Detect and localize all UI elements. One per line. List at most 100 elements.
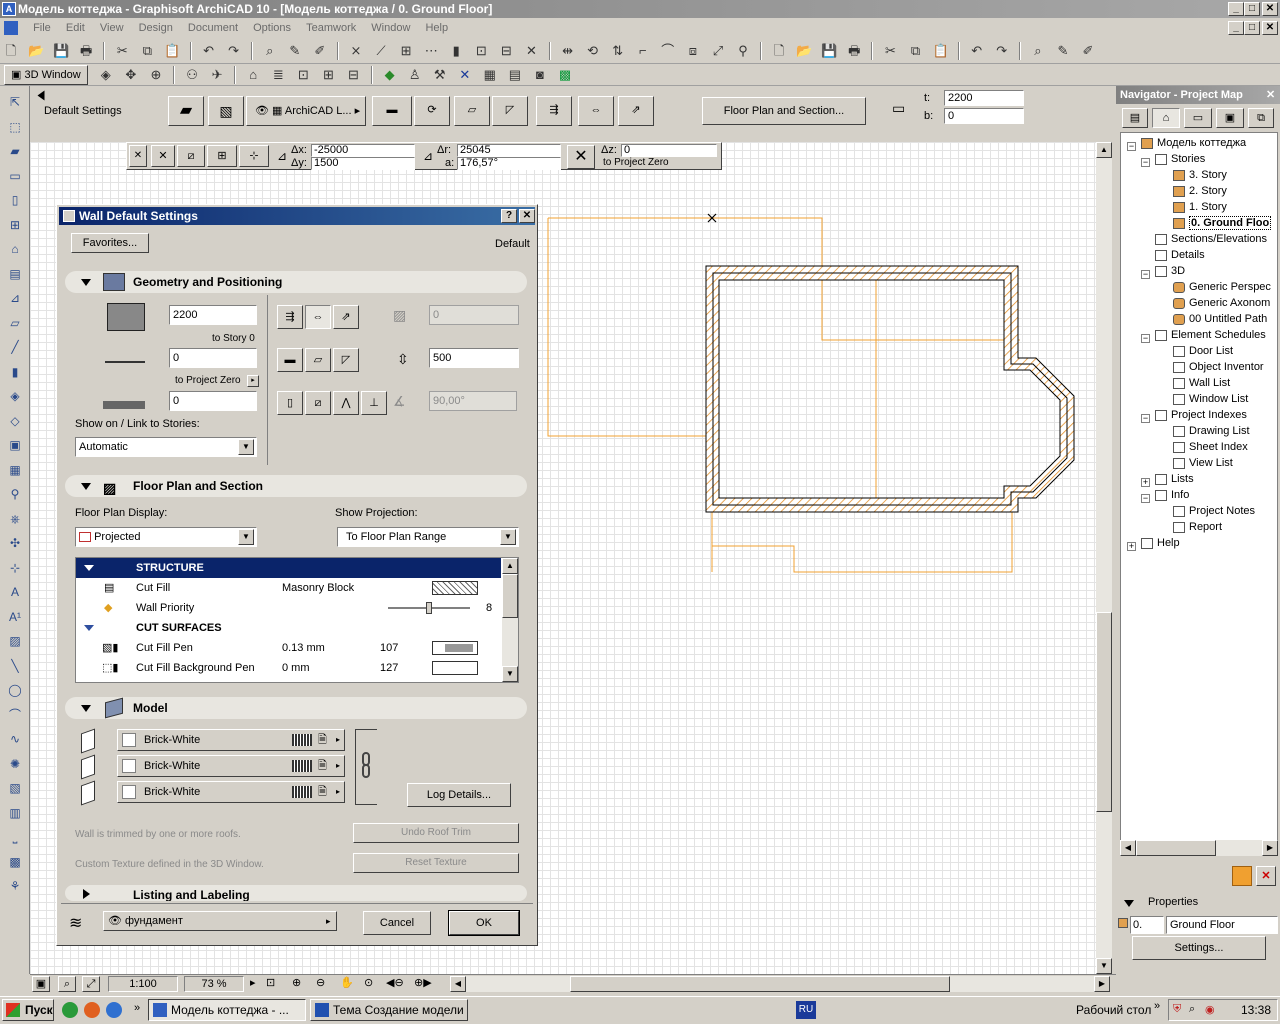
bg-pen-swatch[interactable]	[432, 661, 478, 675]
properties-collapse-icon[interactable]	[1124, 900, 1134, 907]
guide-icon[interactable]: ⟋	[371, 41, 391, 61]
log-details-button[interactable]: Log Details...	[407, 783, 511, 807]
ref-center-icon[interactable]: ⇔	[578, 96, 614, 126]
rotate-icon[interactable]: ⟲	[583, 41, 603, 61]
scroll-down-icon[interactable]: ▼	[1096, 958, 1112, 974]
tree-scroll-right-icon[interactable]: ▶	[1262, 840, 1278, 856]
priority-slider-thumb[interactable]	[426, 602, 432, 614]
tool-dimension-icon[interactable]: ✣	[4, 533, 26, 553]
tool-mesh-icon[interactable]: ⊿	[4, 288, 26, 308]
material-arrow-icon[interactable]: ▸	[336, 782, 340, 802]
chain-link-icon[interactable]	[355, 729, 377, 805]
table-row[interactable]: ▤ Cut Fill Masonry Block	[76, 578, 501, 598]
tool-grid-icon[interactable]: ⊞	[4, 215, 26, 235]
navigate-icon[interactable]: ✥	[121, 65, 141, 85]
tool-stair-icon[interactable]: ▱	[4, 313, 26, 333]
profile-complex-icon[interactable]: ⊥	[361, 391, 387, 415]
floor-plan-section-button[interactable]: Floor Plan and Section...	[702, 97, 866, 125]
tool-roof-icon[interactable]: ⌂	[4, 239, 26, 259]
tool-figure-icon[interactable]: ▧	[4, 778, 26, 798]
table-row[interactable]: CUT SURFACES	[76, 618, 501, 638]
tree-item[interactable]: 2. Story	[1173, 183, 1227, 199]
tray-more-icon[interactable]: »	[1154, 1000, 1160, 1012]
tool-slab-icon[interactable]: ▤	[4, 264, 26, 284]
fillet-icon[interactable]: ⌒	[658, 41, 678, 61]
pick2-icon[interactable]: ✎	[1053, 41, 1073, 61]
tool-drawing-icon[interactable]: ▥	[4, 803, 26, 823]
offset2-field[interactable]: 0	[169, 391, 257, 411]
cut2-icon[interactable]: ✂	[880, 41, 900, 61]
maximize-button[interactable]: □	[1244, 2, 1260, 16]
minimize-button[interactable]: _	[1228, 2, 1244, 16]
tool-object-icon[interactable]: ◈	[4, 386, 26, 406]
material-selector[interactable]: Brick-White 🗎 ▸	[117, 781, 345, 803]
material-selector[interactable]: Brick-White 🗎 ▸	[117, 755, 345, 777]
tree-item[interactable]: Window List	[1173, 391, 1248, 407]
nav-publisher-icon[interactable]: ⧉	[1248, 108, 1274, 128]
paste-icon[interactable]: 📋	[162, 41, 182, 61]
undo2-icon[interactable]: ↶	[967, 41, 987, 61]
quicklaunch-1-icon[interactable]	[62, 1002, 78, 1018]
tree-expander-icon[interactable]: +	[1141, 478, 1150, 487]
doc-restore-button[interactable]: □	[1244, 21, 1260, 35]
material-doc-icon[interactable]: 🗎	[318, 756, 327, 776]
zoom-out-icon[interactable]: ⊖	[316, 976, 325, 989]
material-arrow-icon[interactable]: ▸	[336, 756, 340, 776]
desktop-label[interactable]: Рабочий стол	[1076, 1003, 1151, 1017]
listing-expand-icon[interactable]	[83, 889, 90, 899]
tree-item[interactable]: Object Inventor	[1173, 359, 1264, 375]
wall-polygon-icon[interactable]: ◸	[333, 348, 359, 372]
material-doc-icon[interactable]: 🗎	[318, 730, 327, 750]
tool-door-icon[interactable]: ▭	[4, 166, 26, 186]
dz-field[interactable]: 0	[621, 144, 717, 157]
navigator-close-icon[interactable]: ✕	[1266, 86, 1275, 104]
snap-icon[interactable]: ⨯	[346, 41, 366, 61]
tree-item[interactable]: 1. Story	[1173, 199, 1227, 215]
ref-line-center-icon[interactable]: ⇔	[305, 305, 331, 329]
infobox-collapse-icon[interactable]	[37, 90, 45, 101]
wall-line-icon[interactable]: ▬	[372, 96, 412, 126]
new-item-icon[interactable]	[1232, 866, 1252, 886]
tree-expander[interactable]: −	[1141, 410, 1150, 426]
tree-item[interactable]: Модель коттеджа	[1141, 135, 1246, 151]
scroll-up-icon[interactable]: ▲	[1096, 142, 1112, 158]
table-scroll-down-icon[interactable]: ▼	[502, 666, 518, 682]
tree-item[interactable]: 0. Ground Floo	[1173, 215, 1272, 231]
construction-icon[interactable]: ⟳	[414, 96, 450, 126]
zoom-display[interactable]: 73 %	[184, 976, 244, 992]
tree-expander[interactable]: +	[1127, 538, 1136, 554]
tool-fill-icon[interactable]: ▦	[4, 460, 26, 480]
cut-surfaces-collapse-icon[interactable]	[84, 625, 94, 631]
gravity-icon[interactable]: ⋯	[421, 41, 441, 61]
tool-detail-icon[interactable]: ▩	[4, 852, 26, 872]
tree-scroll-left-icon[interactable]: ◀	[1120, 840, 1136, 856]
tree-item[interactable]: 3D	[1155, 263, 1185, 279]
dy-field[interactable]: 1500	[311, 157, 415, 170]
view2-icon[interactable]: ⊡	[293, 65, 313, 85]
tree-expander-icon[interactable]: −	[1141, 414, 1150, 423]
tree-expander[interactable]: −	[1141, 330, 1150, 346]
menu-window[interactable]: Window	[371, 22, 410, 34]
open-file2-icon[interactable]: 📂	[794, 41, 814, 61]
coord-close-icon[interactable]: ✕	[129, 145, 147, 167]
hscroll-right-icon[interactable]: ▶	[1094, 976, 1110, 992]
projection-dropdown-icon[interactable]: ▼	[500, 529, 516, 545]
coord-x-icon[interactable]: ✕	[151, 145, 175, 167]
material-arrow-icon[interactable]: ▸	[336, 730, 340, 750]
tool-column-icon[interactable]: ▮	[4, 362, 26, 382]
person-icon[interactable]: ♙	[405, 65, 425, 85]
tool-marquee-icon[interactable]: ⬚	[4, 117, 26, 137]
tool-icon[interactable]: ⚒	[430, 65, 450, 85]
pick-icon[interactable]: ✎	[285, 41, 305, 61]
close-button[interactable]: ✕	[1262, 2, 1278, 16]
tree-item[interactable]: Door List	[1173, 343, 1233, 359]
cancel-button[interactable]: Cancel	[363, 911, 431, 935]
dialog-close-button[interactable]: ✕	[519, 209, 535, 223]
layer-dropdown[interactable]: 👁 фундамент ▸	[103, 911, 337, 931]
hscroll-left-icon[interactable]: ◀	[450, 976, 466, 992]
bottom-height-field[interactable]: 0	[944, 108, 1024, 124]
next-view-icon[interactable]: ⊕▶	[414, 976, 432, 989]
tree-item[interactable]: 00 Untitled Path	[1173, 311, 1267, 327]
profile-slanted-icon[interactable]: ⧄	[305, 391, 331, 415]
vscroll-thumb[interactable]	[1096, 612, 1112, 812]
